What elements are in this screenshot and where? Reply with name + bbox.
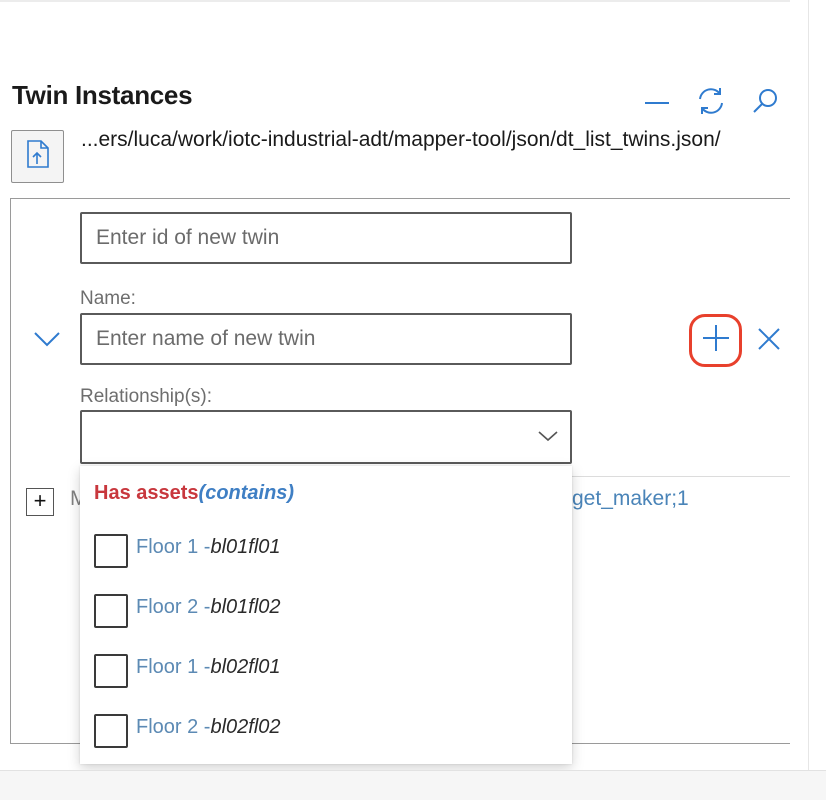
file-path: ...ers/luca/work/iotc-industrial-adt/map… <box>81 128 721 151</box>
top-divider <box>0 0 790 2</box>
option-checkbox[interactable] <box>94 594 128 628</box>
bottom-panel-edge <box>0 770 826 800</box>
dropdown-option[interactable]: Floor 2 - bl02fl02 <box>94 708 281 748</box>
relationship-group-header: Has assets(contains) <box>94 482 294 505</box>
minimize-icon[interactable] <box>640 84 674 118</box>
dropdown-option[interactable]: Floor 1 - bl02fl01 <box>94 648 281 688</box>
option-checkbox[interactable] <box>94 714 128 748</box>
refresh-icon[interactable] <box>694 84 728 118</box>
add-twin-button[interactable] <box>689 314 742 367</box>
option-id: bl01fl02 <box>210 595 281 618</box>
option-id: bl02fl01 <box>210 655 281 678</box>
plus-icon <box>700 322 732 359</box>
option-checkbox[interactable] <box>94 654 128 688</box>
option-checkbox[interactable] <box>94 534 128 568</box>
option-name: Floor 1 - <box>136 655 211 678</box>
cancel-new-twin-button[interactable] <box>754 326 784 356</box>
twin-name-input[interactable] <box>80 313 572 365</box>
option-name: Floor 1 - <box>136 535 211 558</box>
option-name: Floor 2 - <box>136 715 211 738</box>
search-icon[interactable] <box>748 84 782 118</box>
dropdown-option[interactable]: Floor 2 - bl01fl02 <box>94 588 281 628</box>
relationship-kind: (contains) <box>198 482 295 504</box>
relationships-label: Relationship(s): <box>80 386 212 407</box>
option-id: bl01fl01 <box>210 535 281 558</box>
scrollbar-track <box>808 0 809 770</box>
relationships-select[interactable] <box>80 410 572 464</box>
upload-file-icon <box>25 139 51 174</box>
upload-file-button[interactable] <box>11 130 64 183</box>
tree-expand-toggle[interactable]: + <box>26 488 54 516</box>
dropdown-option[interactable]: Floor 1 - bl01fl01 <box>94 528 281 568</box>
chevron-down-icon <box>32 328 62 355</box>
relationship-name: Has assets <box>94 482 199 504</box>
option-id: bl02fl02 <box>210 715 281 738</box>
chevron-down-icon <box>536 426 560 451</box>
twin-id-input[interactable] <box>80 212 572 264</box>
relationship-dropdown: Has assets(contains) Floor 1 - bl01fl01 F… <box>80 466 572 764</box>
tree-row-model[interactable]: get_maker;1 <box>572 487 689 511</box>
panel-title: Twin Instances <box>12 80 193 110</box>
option-name: Floor 2 - <box>136 595 211 618</box>
name-label: Name: <box>80 288 136 309</box>
collapse-form-toggle[interactable] <box>32 328 62 354</box>
close-icon <box>756 326 782 357</box>
